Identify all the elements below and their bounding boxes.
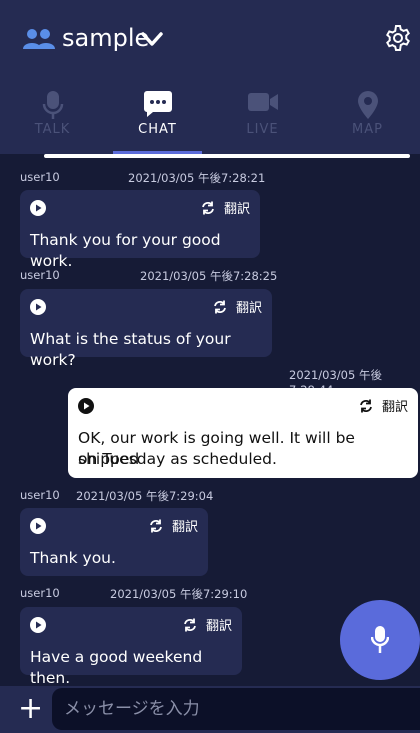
message-bubble[interactable]: 翻訳 Thank you for your good work. [20, 190, 260, 270]
refresh-icon [150, 519, 162, 532]
chevron-down-icon[interactable] [140, 30, 164, 48]
translate-label: 翻訳 [381, 400, 408, 415]
message-text-line2: on Tuesday as scheduled. [78, 450, 277, 468]
message-input-bar: + [0, 686, 420, 733]
add-attachment-button[interactable]: + [18, 692, 43, 726]
microphone-icon [42, 91, 63, 119]
microphone-icon [371, 626, 389, 653]
refresh-icon [202, 201, 214, 214]
message-user: user10 [20, 586, 60, 600]
voice-input-button[interactable] [340, 600, 420, 680]
chat-bubble-icon [143, 91, 172, 117]
message-timestamp: 2021/03/05 午後7:29:10 [110, 587, 248, 601]
tab-chat-label: CHAT [138, 122, 177, 137]
play-icon[interactable] [30, 518, 46, 534]
translate-button[interactable]: 翻訳 [212, 297, 262, 316]
message-timestamp: 2021/03/05 午後7:28:21 [128, 171, 266, 185]
tab-talk-label: TALK [34, 122, 71, 137]
gear-icon[interactable] [384, 24, 412, 52]
group-name[interactable]: sample [62, 24, 149, 52]
play-icon[interactable] [30, 299, 46, 315]
play-icon[interactable] [78, 398, 94, 414]
message-timestamp: 2021/03/05 午後7:29:04 [76, 489, 214, 503]
tab-chat[interactable]: CHAT [105, 78, 210, 154]
translate-label: 翻訳 [235, 301, 262, 316]
translate-label: 翻訳 [223, 202, 250, 217]
translate-button[interactable]: 翻訳 [358, 396, 408, 415]
group-icon[interactable] [22, 28, 56, 50]
translate-button[interactable]: 翻訳 [200, 198, 250, 217]
message-bubble[interactable]: 翻訳 What is the status of your work? [20, 289, 272, 369]
play-icon[interactable] [30, 617, 46, 633]
message-timestamp: 2021/03/05 午後7:28:25 [140, 269, 278, 283]
message-bubble[interactable]: 翻訳 Thank you. [20, 508, 208, 576]
app-header: sample [0, 0, 420, 78]
translate-label: 翻訳 [171, 520, 198, 535]
video-camera-icon [247, 93, 278, 111]
message-bubble[interactable]: 翻訳 Have a good weekend then. [20, 607, 242, 687]
refresh-icon [184, 618, 196, 631]
message-text: Have a good weekend then. [30, 648, 203, 687]
message-user: user10 [20, 170, 60, 184]
refresh-icon [214, 300, 226, 313]
refresh-icon [360, 399, 372, 412]
translate-button[interactable]: 翻訳 [148, 516, 198, 535]
scroll-indicator [44, 154, 410, 158]
message-input[interactable] [52, 688, 420, 730]
translate-label: 翻訳 [205, 619, 232, 634]
message-text: Thank you. [30, 549, 116, 567]
translate-button[interactable]: 翻訳 [182, 615, 232, 634]
message-user: user10 [20, 268, 60, 282]
tab-live-label: LIVE [246, 122, 279, 137]
tab-talk[interactable]: TALK [0, 78, 105, 154]
message-user: user10 [20, 488, 60, 502]
message-text: Thank you for your good work. [30, 231, 221, 270]
play-icon[interactable] [30, 200, 46, 216]
message-bubble-own[interactable]: 翻訳 OK, our work is going well. It will b… [68, 388, 418, 478]
tab-map[interactable]: MAP [315, 78, 420, 154]
message-text: What is the status of your work? [30, 330, 231, 369]
tab-map-label: MAP [352, 122, 383, 137]
tab-bar: TALK CHAT LIVE MAP [0, 78, 420, 154]
tab-live[interactable]: LIVE [210, 78, 315, 154]
map-pin-icon [357, 91, 378, 119]
